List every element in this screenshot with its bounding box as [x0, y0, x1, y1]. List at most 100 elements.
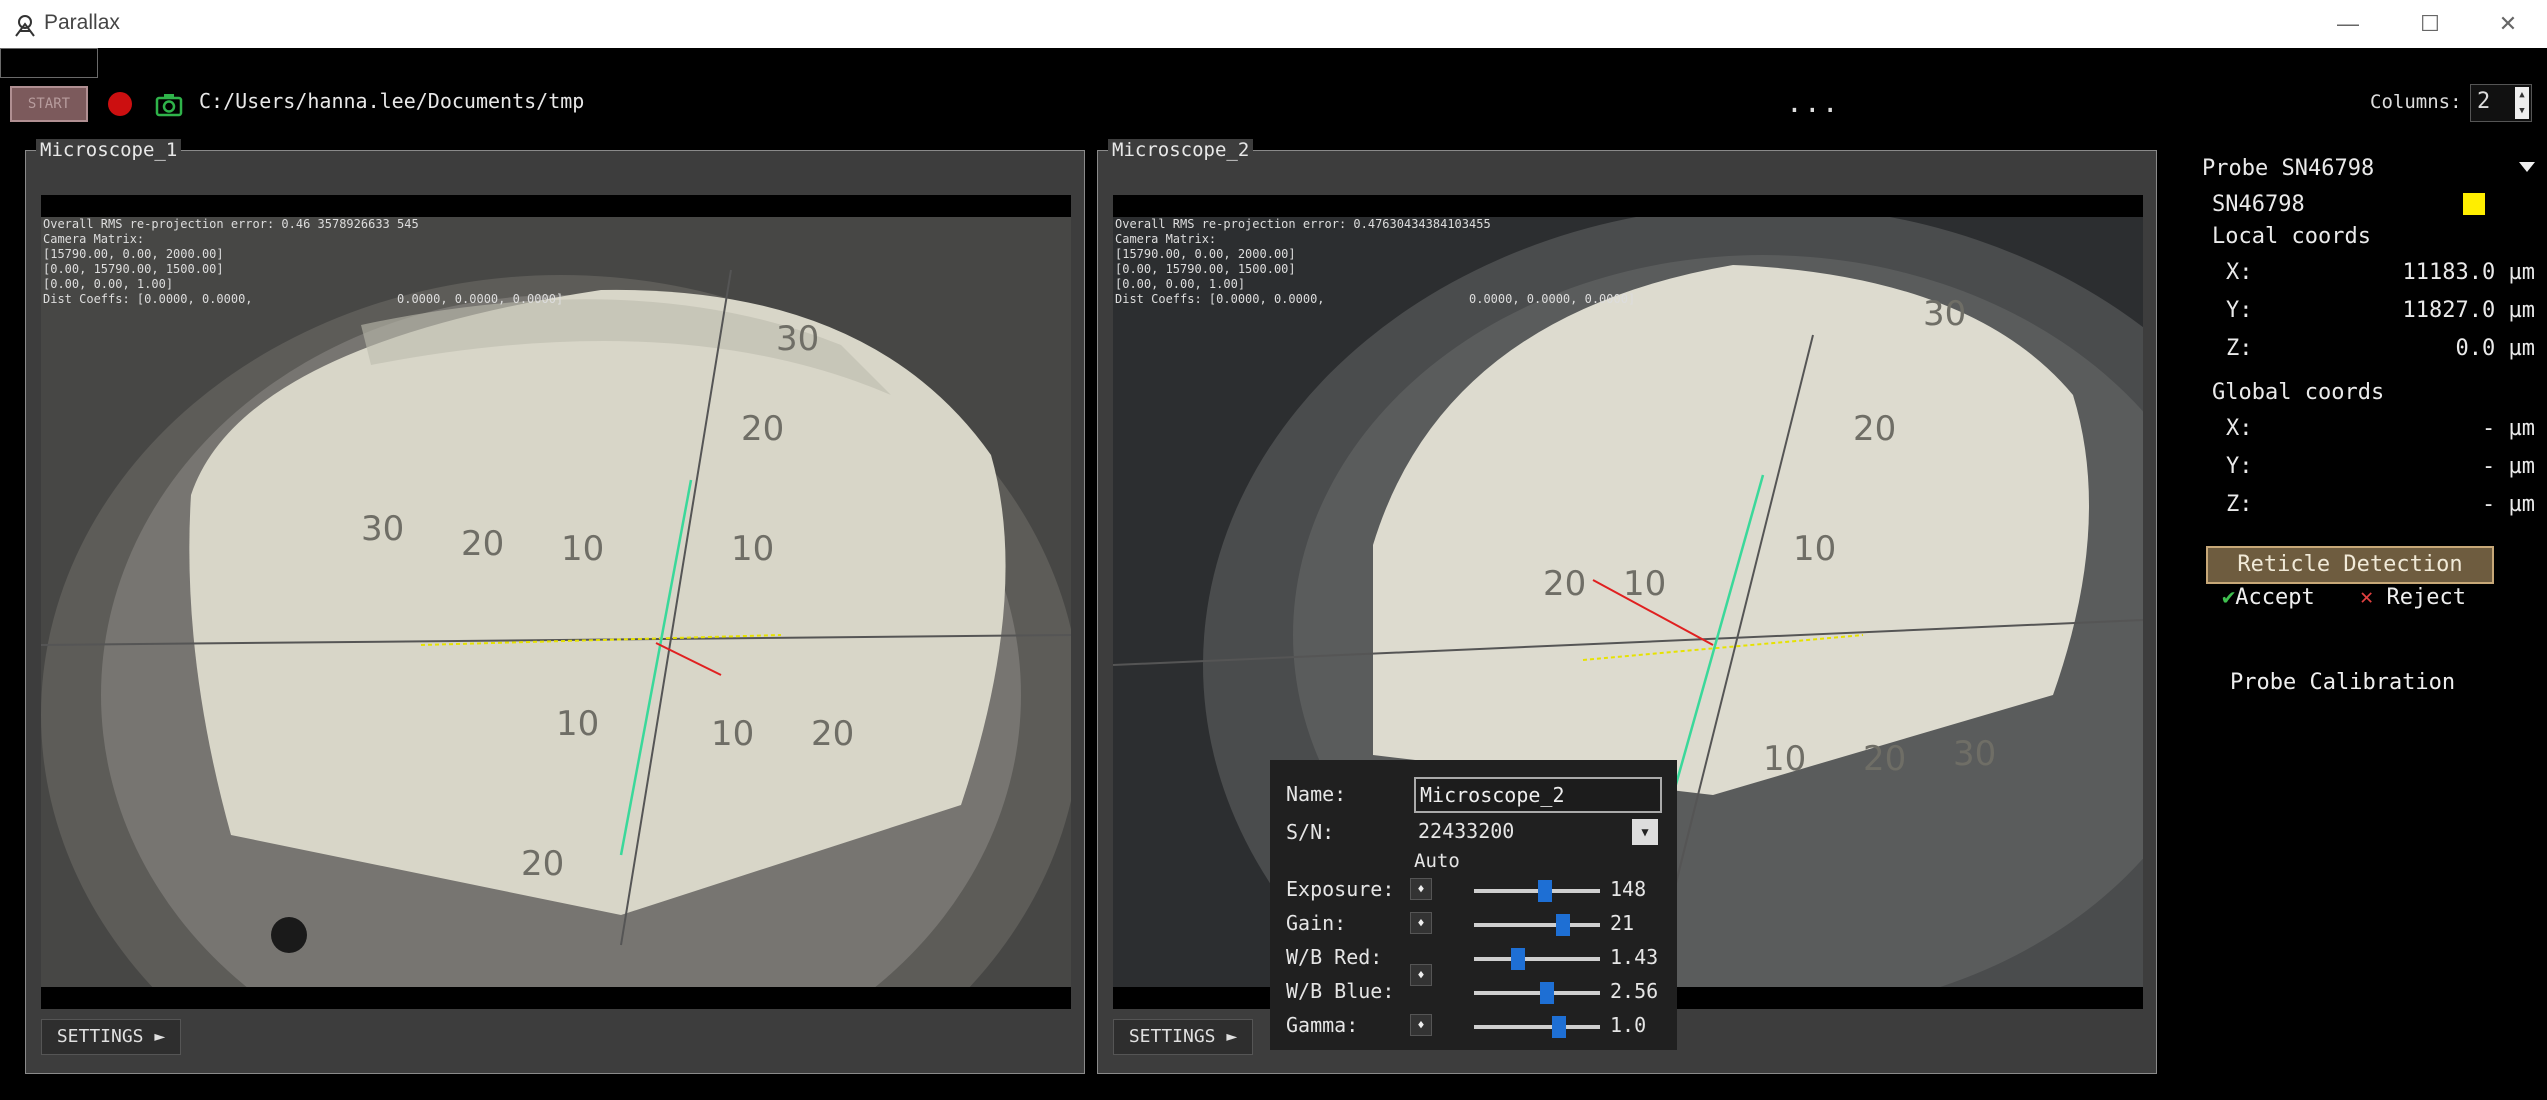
columns-value[interactable]: 2: [2477, 89, 2490, 114]
probe-name: SN46798: [2212, 192, 2305, 217]
title-bar: Parallax — ☐ ✕: [0, 0, 2547, 48]
columns-label: Columns:: [2370, 91, 2462, 113]
check-icon: ✔: [2222, 585, 2236, 610]
svg-text:10: 10: [561, 529, 604, 569]
global-coords-title: Global coords: [2212, 380, 2385, 405]
reject-button[interactable]: ✕ Reject: [2360, 585, 2466, 610]
accept-button[interactable]: ✔Accept: [2222, 585, 2315, 610]
slider-handle[interactable]: [1555, 914, 1570, 936]
app-icon: [15, 15, 35, 37]
local-coords-title: Local coords: [2212, 224, 2371, 249]
save-path: C:/Users/hanna.lee/Documents/tmp: [199, 89, 585, 113]
calibration-overlay: Overall RMS re-projection error: 0.47630…: [1115, 217, 1636, 306]
wb-auto-toggle[interactable]: ♦: [1410, 964, 1432, 986]
global-x-value: - µm: [2482, 416, 2535, 441]
global-y-label: Y:: [2226, 454, 2253, 479]
settings-button[interactable]: SETTINGS ►: [41, 1019, 181, 1055]
slider-handle[interactable]: [1552, 1016, 1567, 1038]
more-button[interactable]: ...: [1786, 86, 1840, 119]
slider-handle[interactable]: [1540, 982, 1555, 1004]
auto-label: Auto: [1414, 850, 1460, 872]
minimize-button[interactable]: —: [2328, 8, 2368, 40]
svg-text:10: 10: [1623, 564, 1666, 604]
gain-auto-toggle[interactable]: ♦: [1410, 912, 1432, 934]
settings-button[interactable]: SETTINGS ►: [1113, 1019, 1253, 1055]
gamma-label: Gamma:: [1286, 1013, 1359, 1037]
svg-text:10: 10: [556, 704, 599, 744]
svg-text:20: 20: [741, 409, 784, 449]
exposure-label: Exposure:: [1286, 877, 1395, 901]
svg-text:30: 30: [1923, 294, 1966, 334]
spin-arrows[interactable]: ▲ ▼: [2515, 87, 2529, 119]
slider-handle[interactable]: [1537, 880, 1552, 902]
wb-red-value: 1.43: [1610, 945, 1659, 969]
exposure-slider[interactable]: [1474, 880, 1600, 902]
gain-label: Gain:: [1286, 911, 1347, 935]
wb-red-label: W/B Red:: [1286, 945, 1383, 969]
global-y-value: - µm: [2482, 454, 2535, 479]
svg-text:30: 30: [361, 509, 404, 549]
wb-blue-label: W/B Blue:: [1286, 979, 1395, 1003]
accept-label: Accept: [2235, 585, 2315, 610]
spin-up-icon[interactable]: ▲: [2515, 87, 2529, 103]
svg-text:20: 20: [1543, 564, 1586, 604]
window-title: Parallax: [44, 11, 120, 34]
local-z-value: 0.0 µm: [2455, 336, 2535, 361]
spin-down-icon[interactable]: ▼: [2515, 103, 2529, 119]
wb-blue-slider[interactable]: [1474, 982, 1600, 1004]
columns-spinbox[interactable]: 2 ▲ ▼: [2470, 84, 2532, 122]
microscope-1-panel: Microscope_1 30 20 10 10 10 10 20 20 30 …: [25, 139, 1085, 1074]
gain-slider[interactable]: [1474, 914, 1600, 936]
svg-text:20: 20: [461, 524, 504, 564]
exposure-auto-toggle[interactable]: ♦: [1410, 878, 1432, 900]
svg-text:30: 30: [1953, 734, 1996, 774]
local-x-label: X:: [2226, 260, 2253, 285]
probe-calibration-button[interactable]: Probe Calibration: [2230, 670, 2455, 695]
probe-color-swatch[interactable]: [2463, 193, 2485, 215]
chevron-down-icon[interactable]: ▼: [1632, 819, 1658, 845]
gamma-auto-toggle[interactable]: ♦: [1410, 1014, 1432, 1036]
wb-red-slider[interactable]: [1474, 948, 1600, 970]
global-z-label: Z:: [2226, 492, 2253, 517]
name-field[interactable]: Microscope_2: [1414, 777, 1662, 813]
local-y-value: 11827.0 µm: [2402, 298, 2535, 323]
svg-text:20: 20: [811, 714, 854, 754]
svg-text:30: 30: [776, 319, 819, 359]
slider-handle[interactable]: [1510, 948, 1525, 970]
start-button[interactable]: START: [10, 86, 88, 122]
sn-value[interactable]: 22433200: [1418, 819, 1514, 843]
microscope-title: Microscope_2: [1108, 139, 1254, 161]
reject-label: Reject: [2386, 585, 2466, 610]
global-x-label: X:: [2226, 416, 2253, 441]
microscope-title: Microscope_1: [36, 139, 182, 161]
sn-label: S/N:: [1286, 820, 1335, 844]
reticle-detection-button[interactable]: Reticle Detection: [2206, 546, 2494, 584]
name-label: Name:: [1286, 782, 1347, 806]
svg-text:20: 20: [521, 844, 564, 884]
gamma-value: 1.0: [1610, 1013, 1647, 1037]
chevron-down-icon[interactable]: [2519, 162, 2535, 172]
wb-blue-value: 2.56: [1610, 979, 1659, 1003]
sn-select[interactable]: 22433200 ▼: [1414, 815, 1662, 849]
gamma-slider[interactable]: [1474, 1016, 1600, 1038]
exposure-value: 148: [1610, 877, 1647, 901]
svg-text:20: 20: [1863, 739, 1906, 779]
close-button[interactable]: ✕: [2488, 8, 2528, 40]
camera-icon[interactable]: [154, 90, 184, 120]
gain-value: 21: [1610, 911, 1635, 935]
camera-image: 30 20 10 10 10 10 20 20 30 20: [41, 195, 1071, 1009]
camera-view[interactable]: 30 20 10 10 10 10 20 20 30 20 Overall RM…: [41, 195, 1071, 1009]
svg-text:10: 10: [1793, 529, 1836, 569]
svg-text:10: 10: [711, 714, 754, 754]
camera-settings-panel: Name: Microscope_2 S/N: 22433200 ▼ Auto …: [1270, 760, 1677, 1050]
calibration-overlay: Overall RMS re-projection error: 0.46 35…: [43, 217, 564, 306]
svg-text:10: 10: [1763, 739, 1806, 779]
menu-box[interactable]: [0, 48, 98, 78]
close-icon: ✕: [2360, 585, 2387, 610]
maximize-button[interactable]: ☐: [2410, 8, 2450, 40]
local-y-label: Y:: [2226, 298, 2253, 323]
local-z-label: Z:: [2226, 336, 2253, 361]
probe-select[interactable]: Probe SN46798: [2202, 156, 2374, 181]
local-x-value: 11183.0 µm: [2402, 260, 2535, 285]
record-button[interactable]: [108, 92, 132, 116]
